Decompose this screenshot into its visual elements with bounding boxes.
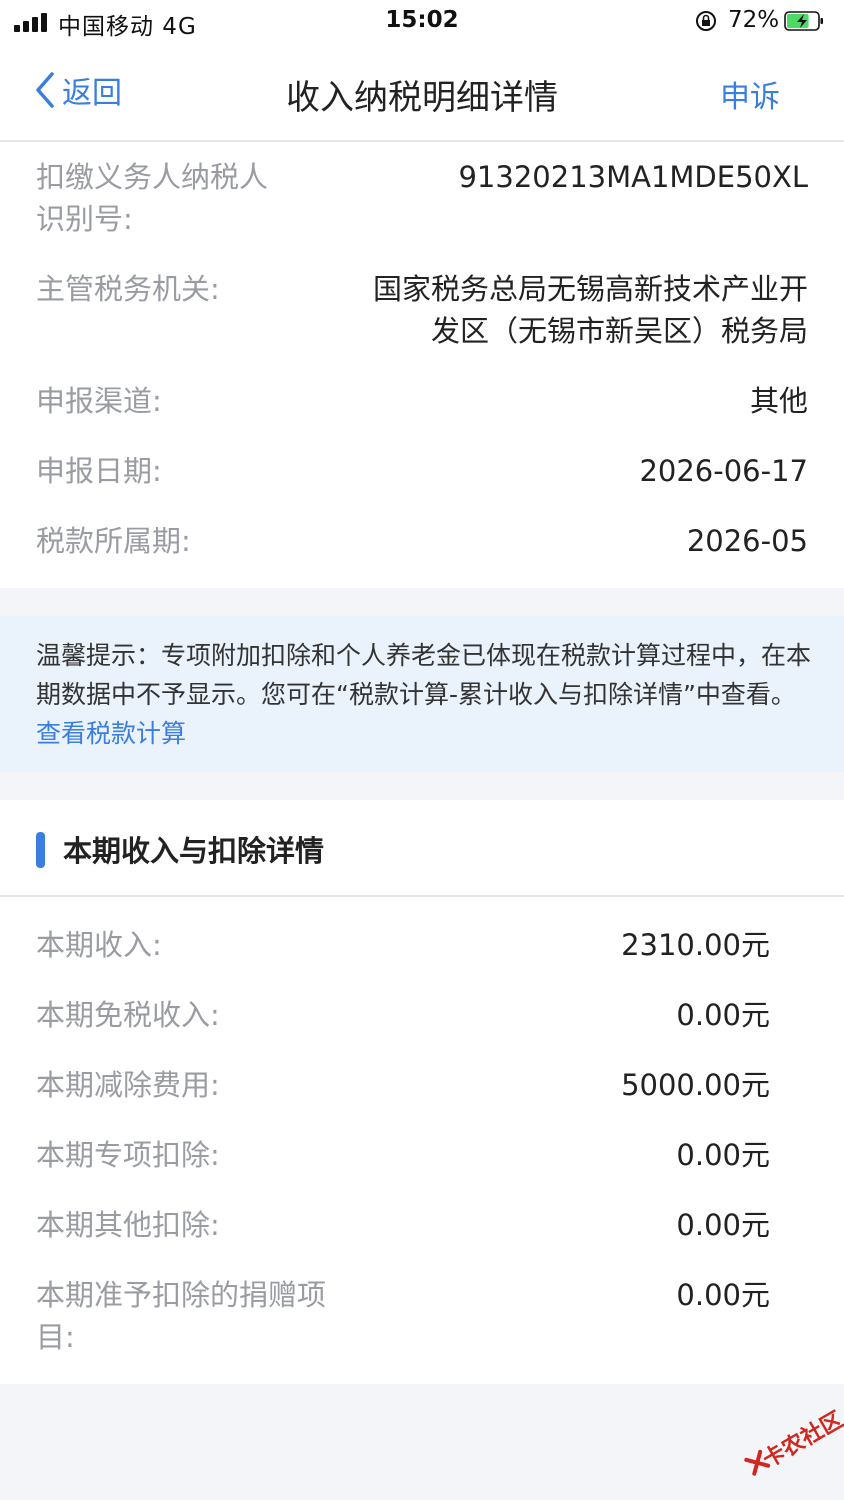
info-value: 2026-05 xyxy=(686,524,808,558)
info-value: 其他 xyxy=(749,384,808,418)
watermark-text: 卡农社区 xyxy=(758,1407,844,1474)
detail-label: 本期免税收入: xyxy=(36,998,220,1032)
battery-percent: 72% xyxy=(728,7,780,33)
info-row-tax-authority: 主管税务机关: 国家税务总局无锡高新技术产业开 发区（无锡市新吴区）税务局 xyxy=(36,268,808,358)
info-row-tax-period: 税款所属期: 2026-05 xyxy=(36,520,808,564)
detail-row-deduction-fee: 本期减除费用: 5000.00元 xyxy=(36,1064,770,1108)
detail-row-donation-deduction: 本期准予扣除的捐赠项 目: 0.00元 xyxy=(36,1274,770,1364)
watermark-logo: 卡农社区 xyxy=(735,1397,844,1494)
view-tax-calc-link[interactable]: 查看税款计算 xyxy=(36,719,186,748)
info-value: 91320213MA1MDE50XL xyxy=(458,160,808,194)
detail-label: 本期准予扣除的捐赠项 目: xyxy=(36,1278,327,1354)
section-title: 本期收入与扣除详情 xyxy=(63,834,325,868)
detail-row-income: 本期收入: 2310.00元 xyxy=(36,924,770,968)
detail-value: 2310.00元 xyxy=(621,928,770,962)
info-label: 扣缴义务人纳税人 识别号: xyxy=(36,160,269,236)
page-title: 收入纳税明细详情 xyxy=(286,78,558,118)
section-header: 本期收入与扣除详情 xyxy=(0,800,844,897)
info-row-declare-date: 申报日期: 2026-06-17 xyxy=(36,450,808,494)
income-deduction-card: 本期收入与扣除详情 本期收入: 2310.00元 本期免税收入: 0.00元 本… xyxy=(0,800,844,1384)
tax-info-card: 扣缴义务人纳税人 识别号: 91320213MA1MDE50XL 主管税务机关:… xyxy=(0,142,844,588)
rotation-lock-icon xyxy=(696,11,716,31)
detail-value: 0.00元 xyxy=(676,1138,770,1172)
detail-label: 本期收入: xyxy=(36,928,162,962)
detail-value: 0.00元 xyxy=(676,1278,770,1312)
info-label: 申报日期: xyxy=(36,454,162,488)
detail-label: 本期专项扣除: xyxy=(36,1138,220,1172)
detail-label: 本期减除费用: xyxy=(36,1068,220,1102)
tip-banner: 温馨提示：专项附加扣除和个人养老金已体现在税款计算过程中，在本期数据中不予显示。… xyxy=(0,616,844,772)
nav-bar: 返回 收入纳税明细详情 申诉 xyxy=(0,44,844,142)
detail-value: 0.00元 xyxy=(676,1208,770,1242)
detail-row-special-deduction: 本期专项扣除: 0.00元 xyxy=(36,1134,770,1178)
section-accent-bar xyxy=(36,832,45,868)
detail-value: 5000.00元 xyxy=(621,1068,770,1102)
info-label: 申报渠道: xyxy=(36,384,162,418)
info-value: 2026-06-17 xyxy=(639,454,808,488)
info-row-channel: 申报渠道: 其他 xyxy=(36,380,808,424)
detail-label: 本期其他扣除: xyxy=(36,1208,220,1242)
info-value: 国家税务总局无锡高新技术产业开 发区（无锡市新吴区）税务局 xyxy=(372,272,808,348)
info-label: 主管税务机关: xyxy=(36,272,220,306)
info-label: 税款所属期: xyxy=(36,524,191,558)
detail-row-other-deduction: 本期其他扣除: 0.00元 xyxy=(36,1204,770,1248)
appeal-button[interactable]: 申诉 xyxy=(720,72,780,116)
tip-text: 温馨提示：专项附加扣除和个人养老金已体现在税款计算过程中，在本期数据中不予显示。… xyxy=(36,641,812,748)
battery-icon xyxy=(784,11,823,31)
status-bar: 中国移动 4G 15:02 72% xyxy=(0,0,844,44)
clock: 15:02 xyxy=(385,7,459,33)
info-row-withholder-id: 扣缴义务人纳税人 识别号: 91320213MA1MDE50XL xyxy=(36,156,808,246)
detail-value: 0.00元 xyxy=(676,998,770,1032)
detail-row-tax-free-income: 本期免税收入: 0.00元 xyxy=(36,994,770,1038)
